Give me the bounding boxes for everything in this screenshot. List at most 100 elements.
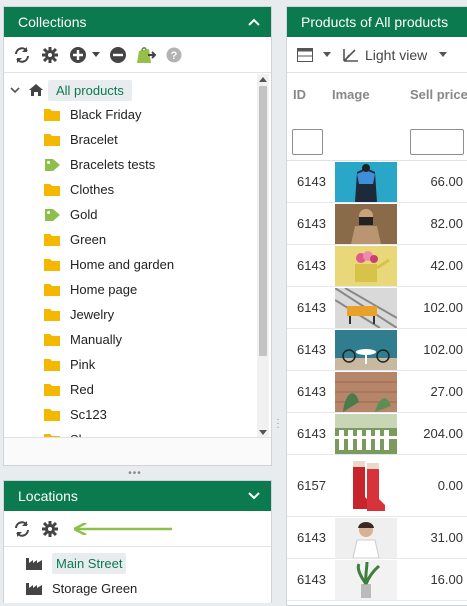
scroll-thumb[interactable] — [259, 86, 267, 356]
tree-item[interactable]: Jewelry — [4, 302, 271, 327]
locations-header[interactable]: Locations — [4, 481, 271, 511]
tree-item[interactable]: Home page — [4, 277, 271, 302]
product-sell-price: 31.00 — [430, 530, 463, 545]
vertical-splitter-handle[interactable]: · · · — [274, 415, 282, 433]
product-sell-price: 102.00 — [423, 342, 463, 357]
tree-item[interactable]: Green — [4, 227, 271, 252]
scroll-up-arrow[interactable] — [259, 77, 267, 82]
location-item[interactable]: Storage Green — [4, 576, 271, 601]
scroll-down-arrow[interactable] — [259, 430, 267, 435]
collections-tree: All products Black Friday Bracelet Bracele… — [4, 74, 271, 438]
caret-down-icon[interactable] — [321, 43, 333, 67]
collections-header[interactable]: Collections — [4, 7, 271, 37]
product-thumbnail[interactable] — [335, 288, 397, 328]
collections-toolbar: ? — [4, 37, 271, 73]
chevron-up-icon[interactable] — [247, 15, 261, 29]
locations-toolbar — [4, 511, 271, 547]
tag-icon — [44, 158, 61, 172]
folder-icon — [44, 258, 61, 272]
chevron-down-icon[interactable] — [8, 86, 22, 94]
table-row[interactable]: 6157 0.00 — [287, 455, 467, 517]
table-row[interactable]: 6143 66.00 — [287, 161, 467, 203]
gear-icon[interactable] — [38, 517, 62, 541]
view-selector[interactable]: Light view — [343, 47, 448, 63]
tree-item[interactable]: Black Friday — [4, 102, 271, 127]
factory-icon — [26, 557, 42, 571]
grid-view-icon[interactable] — [293, 43, 317, 67]
product-thumbnail[interactable] — [335, 518, 397, 558]
product-sell-price: 102.00 — [423, 300, 463, 315]
tree-item-label: Bracelets tests — [70, 157, 156, 172]
table-row[interactable]: 6143 31.00 — [287, 517, 467, 559]
shopify-export-icon[interactable] — [134, 43, 158, 67]
gear-icon[interactable] — [38, 43, 62, 67]
tree-item[interactable]: Gold — [4, 202, 271, 227]
table-row[interactable]: 6143 42.00 — [287, 245, 467, 287]
location-item[interactable]: Main Street — [4, 551, 271, 576]
tree-item[interactable]: Bracelet — [4, 127, 271, 152]
collections-scrollbar[interactable] — [257, 74, 269, 438]
tree-item-label: Sc123 — [70, 407, 107, 422]
column-header-id[interactable]: ID — [293, 87, 306, 102]
tree-item-label: Gold — [70, 207, 98, 222]
folder-icon — [44, 358, 61, 372]
product-thumbnail[interactable] — [335, 246, 397, 286]
column-header-image[interactable]: Image — [332, 87, 370, 102]
caret-down-icon[interactable] — [90, 43, 102, 67]
table-row[interactable]: 6143 82.00 — [287, 203, 467, 245]
tree-item[interactable]: Home and garden — [4, 252, 271, 277]
horizontal-splitter-handle[interactable]: ••• — [120, 468, 150, 479]
folder-icon — [44, 108, 61, 122]
tree-root-all-products[interactable]: All products — [4, 78, 271, 102]
table-row[interactable]: 6143 102.00 — [287, 329, 467, 371]
product-thumbnail[interactable] — [335, 372, 397, 412]
product-id: 6143 — [297, 572, 326, 587]
sell-price-filter-input[interactable] — [410, 129, 464, 155]
table-row[interactable]: 6143 16.00 — [287, 559, 467, 601]
tree-item-label: Clothes — [70, 182, 115, 197]
product-thumbnail[interactable] — [335, 414, 397, 454]
folder-icon — [44, 308, 61, 322]
add-icon[interactable] — [66, 43, 90, 67]
product-id: 6143 — [297, 216, 326, 231]
product-id: 6143 — [297, 258, 326, 273]
folder-icon — [44, 183, 61, 197]
product-thumbnail[interactable] — [335, 457, 397, 515]
tree-item[interactable]: Clothes — [4, 177, 271, 202]
product-id: 6143 — [297, 300, 326, 315]
refresh-icon[interactable] — [10, 517, 34, 541]
table-row[interactable]: 6143 102.00 — [287, 287, 467, 329]
table-row[interactable]: 6143 204.00 — [287, 413, 467, 455]
product-sell-price: 42.00 — [430, 258, 463, 273]
product-id: 6143 — [297, 342, 326, 357]
tree-item[interactable]: Bracelets tests — [4, 152, 271, 177]
column-header-sell-price[interactable]: Sell price — [410, 87, 467, 102]
tree-items: Black Friday Bracelet Bracelets tests Cloth… — [4, 102, 271, 438]
tree-item-label: Black Friday — [70, 107, 142, 122]
tree-root-label[interactable]: All products — [48, 79, 132, 101]
products-header: Products of All products — [287, 7, 467, 37]
locations-list: Main Street Storage Green — [4, 547, 271, 601]
tree-item[interactable]: Pink — [4, 352, 271, 377]
product-id: 6143 — [297, 426, 326, 441]
product-thumbnail[interactable] — [335, 330, 397, 370]
table-row[interactable]: 6143 27.00 — [287, 371, 467, 413]
tree-item[interactable]: Red — [4, 377, 271, 402]
product-thumbnail[interactable] — [335, 204, 397, 244]
tag-icon — [44, 208, 61, 222]
product-sell-price: 27.00 — [430, 384, 463, 399]
tree-item-label: Red — [70, 382, 94, 397]
light-view-icon — [343, 48, 359, 62]
id-filter-input[interactable] — [292, 129, 323, 155]
chevron-down-icon[interactable] — [247, 489, 261, 503]
product-thumbnail[interactable] — [335, 560, 397, 600]
remove-icon[interactable] — [106, 43, 130, 67]
products-toolbar: Light view — [287, 37, 467, 73]
folder-icon — [44, 408, 61, 422]
product-thumbnail[interactable] — [335, 162, 397, 202]
help-icon[interactable]: ? — [162, 43, 186, 67]
tree-item[interactable]: Manually — [4, 327, 271, 352]
tree-item[interactable]: Sc123 — [4, 402, 271, 427]
refresh-icon[interactable] — [10, 43, 34, 67]
products-table-body: 6143 66.00 6143 82.00 6143 42.00 6143 102.00 614… — [287, 161, 467, 601]
